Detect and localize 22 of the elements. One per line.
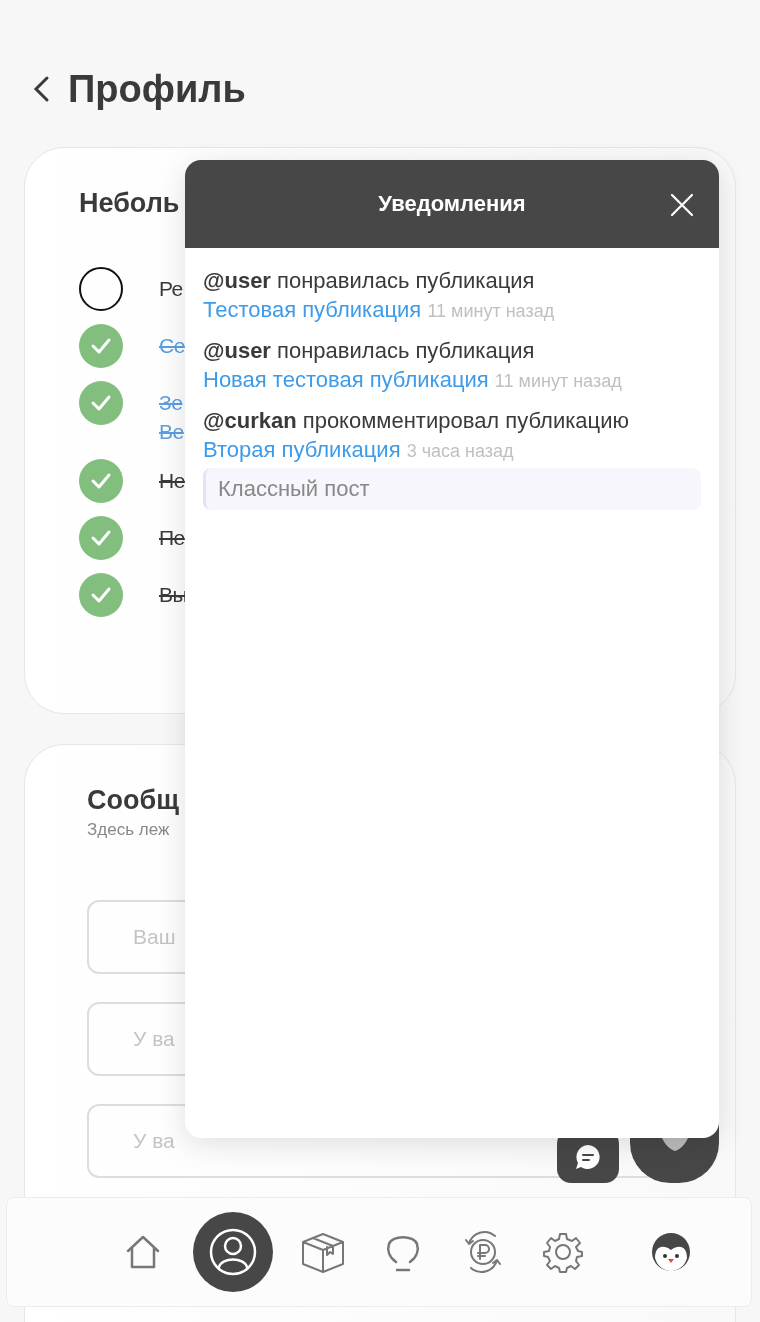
task-text: Не bbox=[159, 468, 185, 494]
user-icon bbox=[208, 1227, 258, 1277]
panel-title: Уведомления bbox=[378, 191, 526, 217]
card-subtitle: Здесь леж bbox=[87, 820, 171, 840]
task-text: Пе bbox=[159, 525, 185, 551]
task-link[interactable]: Се bbox=[159, 324, 185, 360]
penguin-avatar-icon bbox=[651, 1232, 691, 1272]
page-title: Профиль bbox=[68, 67, 246, 111]
notification-text: @curkan прокомментировал публикацию Вторая публикация 3 часа назад bbox=[203, 407, 630, 464]
post-link[interactable]: Новая тестовая публикация bbox=[203, 367, 489, 392]
task-text: Ре bbox=[159, 276, 183, 302]
post-link[interactable]: Вторая публикация bbox=[203, 437, 401, 462]
card-title: Неболь bbox=[79, 188, 180, 219]
back-icon[interactable] bbox=[32, 75, 50, 103]
comment-quote: Классный пост bbox=[203, 468, 701, 510]
settings-icon bbox=[541, 1230, 585, 1274]
card-title: Сообщ bbox=[87, 785, 179, 816]
post-link[interactable]: Тестовая публикация bbox=[203, 297, 422, 322]
task-link[interactable]: Зе Ве bbox=[159, 381, 184, 446]
close-button[interactable] bbox=[669, 192, 695, 218]
notification-text: @user понравилась публикация Тестовая публикация 11 минут назад bbox=[203, 267, 556, 324]
notification-text: @user понравилась публикация Новая тестовая публикация 11 минут назад bbox=[203, 337, 623, 394]
